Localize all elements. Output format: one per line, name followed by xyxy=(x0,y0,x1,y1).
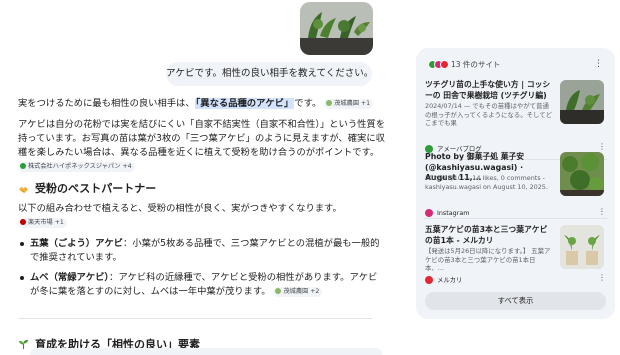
more-options-icon[interactable]: ⋮ xyxy=(598,273,606,282)
source-chip[interactable]: 茂城農園 +2 xyxy=(273,287,323,297)
source-card-snippet: 2024/07/14 — でもその苗種はやがて普通の根っ子が入ってくるようになる… xyxy=(425,102,552,127)
source-site-name: メルカリ xyxy=(437,276,463,284)
partner-list: 五葉（ごよう）アケビ：小葉が5枚ある品種で、三つ葉アケビとの混植が最も一般的で推… xyxy=(18,237,386,299)
list-term: ムベ（常緑アケビ） xyxy=(30,272,110,283)
mercari-icon xyxy=(440,59,449,69)
more-options-icon[interactable]: ⋮ xyxy=(598,142,606,151)
chat-column: アケビです。相性の良い相手を教えてください。 実をつけるために最も相性の良い相手… xyxy=(0,0,392,355)
source-thumbnail xyxy=(560,152,604,196)
sources-panel: 13 件のサイト ⋮ ツチグリ苗の上手な使い方 | コッシーの 田舎で果樹栽培 … xyxy=(416,48,615,319)
site-favicon-icon xyxy=(20,219,26,225)
list-item: ムベ（常緑アケビ）：アケビ科の近縁種で、アケビと受粉の相性があります。アケビが冬… xyxy=(18,271,386,299)
source-site-name: Instagram xyxy=(437,209,470,217)
favicon-stack xyxy=(428,59,449,69)
source-site: Instagram xyxy=(425,209,470,217)
source-card[interactable]: 五葉アケビの苗3本と三つ葉アケビの苗1本 - メルカリ 【発送は5月26日以降に… xyxy=(424,225,607,287)
assistant-answer: 実をつけるために最も相性の良い相手は、「異なる品種のアケビ」です。 茂城農園 +… xyxy=(18,97,386,305)
uploaded-plant-photo[interactable] xyxy=(300,2,373,55)
source-card-snippet: 2025/08/10 — 14 likes, 0 comments - kash… xyxy=(425,174,548,191)
prompt-input-bar[interactable] xyxy=(30,348,382,355)
source-thumbnail xyxy=(560,225,604,269)
para1-tail: です。 xyxy=(294,98,322,109)
source-chip-label: 茂城農園 +2 xyxy=(283,288,320,295)
answer-paragraph-2: アケビは自分の花粉では実を結びにくい「自家不結実性（自家不和合性）」という性質を… xyxy=(18,118,386,174)
para3-text: 以下の組み合わせで植えると、受粉の相性が良く、実がつきやすくなります。 xyxy=(18,203,342,214)
sources-count: 13 件のサイト xyxy=(451,59,501,69)
section-divider xyxy=(18,318,372,319)
source-site: メルカリ xyxy=(425,275,462,284)
source-card[interactable]: ツチグリ苗の上手な使い方 | コッシーの 田舎で果樹栽培 (ツチグリ編) 202… xyxy=(424,80,607,156)
source-chip-label: 楽天市場 +1 xyxy=(28,219,64,226)
more-options-icon[interactable]: ⋮ xyxy=(598,207,606,216)
highlight-phrase: 「異なる品種のアケビ」 xyxy=(194,98,295,109)
source-chip-label: 株式会社ハイポネックスジャパン +4 xyxy=(28,163,132,170)
site-favicon-icon xyxy=(326,100,333,106)
para1-text: 実をつけるために最も相性の良い相手は、 xyxy=(18,98,195,109)
source-card-title: ツチグリ苗の上手な使い方 | コッシーの 田舎で果樹栽培 (ツチグリ編) xyxy=(425,80,551,100)
source-chip[interactable]: 茂城農園 +1 xyxy=(324,99,374,109)
site-favicon-icon xyxy=(20,163,26,169)
user-message-bubble: アケビです。相性の良い相手を教えてください。 xyxy=(166,62,373,86)
section-heading-pollination: 受粉のベストパートナー xyxy=(18,181,386,197)
mercari-icon xyxy=(425,275,433,284)
source-chip-label: 茂城農園 +1 xyxy=(334,100,371,107)
source-chip[interactable]: 楽天市場 +1 xyxy=(18,218,67,228)
more-options-icon[interactable]: ⋮ xyxy=(594,58,603,70)
sources-header: 13 件のサイト ⋮ xyxy=(428,57,605,71)
heading-text: 受粉のベストパートナー xyxy=(35,182,157,195)
answer-paragraph-3: 以下の組み合わせで植えると、受粉の相性が良く、実がつきやすくなります。 楽天市場… xyxy=(18,202,386,230)
list-term: 五葉（ごよう）アケビ xyxy=(30,238,123,249)
site-favicon-icon xyxy=(275,288,282,294)
list-item: 五葉（ごよう）アケビ：小葉が5枚ある品種で、三つ葉アケビとの混植が最も一般的で推… xyxy=(18,237,386,265)
source-thumbnail xyxy=(560,80,604,124)
source-card[interactable]: Photo by 御菓子処 菓子安 (@kashiyasu.wagasi) · … xyxy=(424,152,607,222)
instagram-icon xyxy=(425,209,433,217)
seedling-icon xyxy=(18,339,29,349)
card-separator xyxy=(424,218,607,219)
source-chip[interactable]: 株式会社ハイポネックスジャパン +4 xyxy=(18,162,135,172)
answer-paragraph-1: 実をつけるために最も相性の良い相手は、「異なる品種のアケビ」です。 茂城農園 +… xyxy=(18,97,386,111)
handshake-icon xyxy=(18,186,29,193)
source-card-title: 五葉アケビの苗3本と三つ葉アケビの苗1本 - メルカリ xyxy=(425,225,548,245)
source-card-snippet: 【発送は5月26日以降になります。】 五葉アケビの苗3本と三つ葉アケビの苗1本日… xyxy=(425,247,551,272)
show-all-button[interactable]: すべて表示 xyxy=(425,292,606,310)
para2-text: アケビは自分の花粉では実を結びにくい「自家不結実性（自家不和合性）」という性質を… xyxy=(18,119,386,158)
